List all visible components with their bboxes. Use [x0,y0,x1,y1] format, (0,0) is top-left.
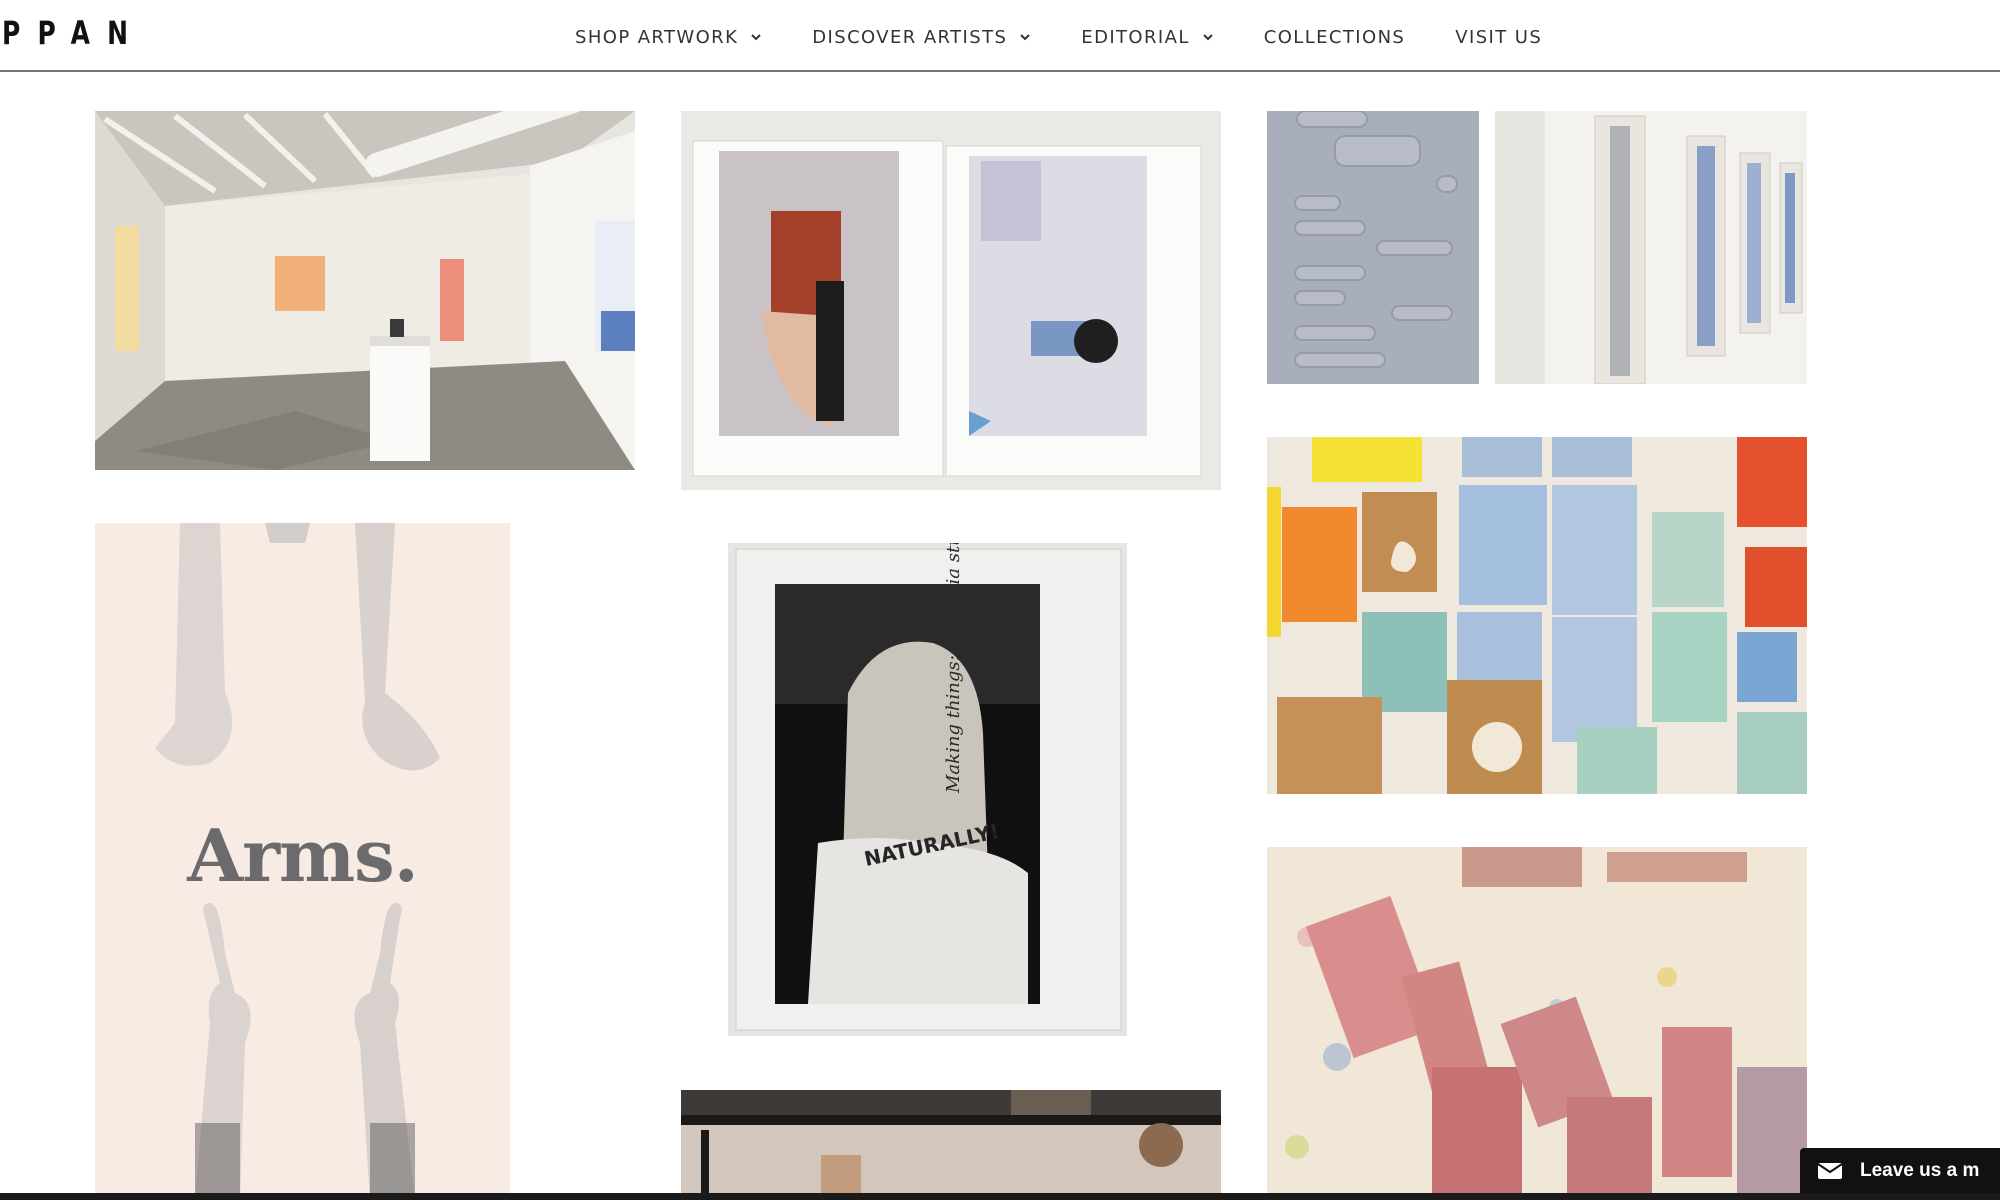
nav-discover-artists-label: DISCOVER ARTISTS [812,26,1008,48]
colored-papers-photo[interactable] [1267,437,1807,794]
framed-works-photo[interactable] [1495,111,1807,384]
shop-interior-image [681,1090,1221,1200]
gallery-room-image [95,111,635,470]
naturally-caption: Making things; Califonia studio '16 [943,543,964,793]
nav-editorial-label: EDITORIAL [1081,26,1190,48]
nav-discover-artists[interactable]: DISCOVER ARTISTS [812,22,1031,52]
envelope-icon [1817,1162,1843,1179]
nav-visit-us-label: VISIT US [1455,26,1543,48]
polaroid-pair-photo[interactable] [681,111,1221,490]
shop-interior-photo[interactable] [681,1090,1221,1200]
chevron-down-icon [1019,31,1031,43]
colored-papers-image [1267,437,1807,794]
leave-message-button[interactable]: Leave us a m [1800,1148,2000,1193]
bottom-bar [0,1193,2000,1200]
leave-message-label: Leave us a m [1860,1159,1980,1181]
pink-blocks-image [1267,847,1807,1200]
polaroid-pair-image [681,111,1221,490]
site-header: PPAN SHOP ARTWORK DISCOVER ARTISTS EDITO… [0,0,2000,72]
gallery-room-photo[interactable] [95,111,635,470]
site-logo[interactable]: PPAN [2,14,145,52]
arms-poster-title: Arms. [187,813,419,898]
naturally-polaroid-photo[interactable]: NATURALLY! Making things; Califonia stud… [728,543,1127,1036]
nav-visit-us[interactable]: VISIT US [1455,22,1542,52]
arms-poster-photo[interactable]: Arms. [95,523,510,1200]
nav-shop-artwork-label: SHOP ARTWORK [575,26,739,48]
nav-collections[interactable]: COLLECTIONS [1264,22,1406,52]
nav-collections-label: COLLECTIONS [1263,26,1406,48]
framed-works-image [1495,111,1807,384]
nav-editorial[interactable]: EDITORIAL [1081,22,1213,52]
embossed-paper-photo[interactable] [1267,111,1479,384]
chevron-down-icon [1202,31,1214,43]
main-nav: SHOP ARTWORK DISCOVER ARTISTS EDITORIAL … [575,22,1592,52]
chevron-down-icon [750,31,762,43]
pink-blocks-photo[interactable] [1267,847,1807,1200]
naturally-polaroid-image [728,543,1127,1036]
embossed-paper-image [1267,111,1479,384]
nav-shop-artwork[interactable]: SHOP ARTWORK [575,22,762,52]
